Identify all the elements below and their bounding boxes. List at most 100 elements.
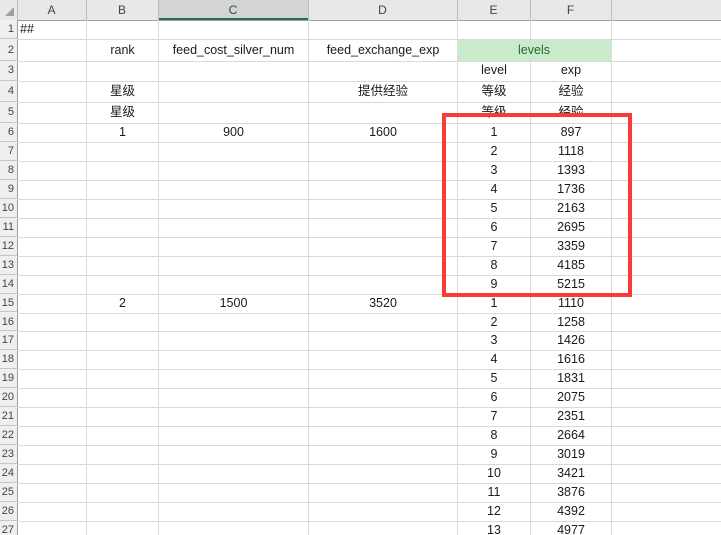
column-header-E[interactable]: E bbox=[457, 0, 530, 20]
cell-E14[interactable]: 9 bbox=[458, 275, 530, 294]
cell-E19[interactable]: 5 bbox=[458, 369, 530, 388]
row-header-13[interactable]: 13 bbox=[0, 256, 17, 275]
row-header-4[interactable]: 4 bbox=[0, 81, 17, 102]
cell-F13[interactable]: 4185 bbox=[531, 256, 611, 275]
cell-C6[interactable]: 900 bbox=[159, 123, 308, 142]
cell-F10[interactable]: 2163 bbox=[531, 199, 611, 218]
row-header-9[interactable]: 9 bbox=[0, 180, 17, 199]
row-header-3[interactable]: 3 bbox=[0, 61, 17, 81]
cell-C15[interactable]: 1500 bbox=[159, 294, 308, 313]
cell-E23[interactable]: 9 bbox=[458, 445, 530, 464]
cell-E10[interactable]: 5 bbox=[458, 199, 530, 218]
cell-B6[interactable]: 1 bbox=[87, 123, 158, 142]
cell-B15[interactable]: 2 bbox=[87, 294, 158, 313]
cell-F7[interactable]: 1118 bbox=[531, 142, 611, 161]
merged-cell-levels[interactable]: levels bbox=[458, 40, 611, 61]
row-header-2[interactable]: 2 bbox=[0, 39, 17, 61]
cell-E12[interactable]: 7 bbox=[458, 237, 530, 256]
cell-E27[interactable]: 13 bbox=[458, 521, 530, 535]
cell-E25[interactable]: 11 bbox=[458, 483, 530, 502]
cell-D15[interactable]: 3520 bbox=[309, 294, 457, 313]
cell-B2[interactable]: rank bbox=[87, 39, 158, 61]
cell-E16[interactable]: 2 bbox=[458, 313, 530, 332]
column-header-A[interactable]: A bbox=[17, 0, 86, 20]
row-header-17[interactable]: 17 bbox=[0, 331, 17, 350]
cell-E11[interactable]: 6 bbox=[458, 218, 530, 237]
row-header-7[interactable]: 7 bbox=[0, 142, 17, 161]
cell-F4[interactable]: 经验 bbox=[531, 81, 611, 102]
gridline-horizontal bbox=[17, 445, 721, 446]
cell-F23[interactable]: 3019 bbox=[531, 445, 611, 464]
column-header-B[interactable]: B bbox=[86, 0, 158, 20]
cell-E4[interactable]: 等级 bbox=[458, 81, 530, 102]
row-header-22[interactable]: 22 bbox=[0, 426, 17, 445]
cell-F6[interactable]: 897 bbox=[531, 123, 611, 142]
row-header-10[interactable]: 10 bbox=[0, 199, 17, 218]
select-all-corner[interactable] bbox=[0, 0, 17, 20]
row-header-14[interactable]: 14 bbox=[0, 275, 17, 294]
cell-F19[interactable]: 1831 bbox=[531, 369, 611, 388]
cell-D4[interactable]: 提供经验 bbox=[309, 81, 457, 102]
cell-E18[interactable]: 4 bbox=[458, 350, 530, 369]
cell-E6[interactable]: 1 bbox=[458, 123, 530, 142]
cell-F8[interactable]: 1393 bbox=[531, 161, 611, 180]
row-header-19[interactable]: 19 bbox=[0, 369, 17, 388]
row-header-24[interactable]: 24 bbox=[0, 464, 17, 483]
cell-F25[interactable]: 3876 bbox=[531, 483, 611, 502]
cell-E24[interactable]: 10 bbox=[458, 464, 530, 483]
row-header-5[interactable]: 5 bbox=[0, 102, 17, 124]
cell-F24[interactable]: 3421 bbox=[531, 464, 611, 483]
row-header-21[interactable]: 21 bbox=[0, 407, 17, 426]
row-header-27[interactable]: 27 bbox=[0, 521, 17, 535]
cell-F26[interactable]: 4392 bbox=[531, 502, 611, 521]
row-header-12[interactable]: 12 bbox=[0, 237, 17, 256]
cell-E9[interactable]: 4 bbox=[458, 180, 530, 199]
cell-F20[interactable]: 2075 bbox=[531, 388, 611, 407]
cell-F9[interactable]: 1736 bbox=[531, 180, 611, 199]
cell-D2[interactable]: feed_exchange_exp bbox=[309, 39, 457, 61]
cell-D6[interactable]: 1600 bbox=[309, 123, 457, 142]
cell-E5[interactable]: 等级 bbox=[458, 102, 530, 124]
gridline-horizontal bbox=[17, 369, 721, 370]
cell-B4[interactable]: 星级 bbox=[87, 81, 158, 102]
cell-F11[interactable]: 2695 bbox=[531, 218, 611, 237]
cell-C2[interactable]: feed_cost_silver_num bbox=[159, 39, 308, 61]
cell-F15[interactable]: 1110 bbox=[531, 294, 611, 313]
row-header-15[interactable]: 15 bbox=[0, 294, 17, 313]
cell-A1[interactable]: ## bbox=[18, 20, 88, 39]
row-header-8[interactable]: 8 bbox=[0, 161, 17, 180]
cell-F5[interactable]: 经验 bbox=[531, 102, 611, 124]
cell-E15[interactable]: 1 bbox=[458, 294, 530, 313]
row-header-18[interactable]: 18 bbox=[0, 350, 17, 369]
cell-F16[interactable]: 1258 bbox=[531, 313, 611, 332]
cell-E7[interactable]: 2 bbox=[458, 142, 530, 161]
cell-E26[interactable]: 12 bbox=[458, 502, 530, 521]
column-header-C[interactable]: C bbox=[158, 0, 308, 20]
row-header-23[interactable]: 23 bbox=[0, 445, 17, 464]
cell-F12[interactable]: 3359 bbox=[531, 237, 611, 256]
cell-E13[interactable]: 8 bbox=[458, 256, 530, 275]
cell-F3[interactable]: exp bbox=[531, 61, 611, 81]
row-header-25[interactable]: 25 bbox=[0, 483, 17, 502]
cell-F22[interactable]: 2664 bbox=[531, 426, 611, 445]
cell-E22[interactable]: 8 bbox=[458, 426, 530, 445]
cell-E17[interactable]: 3 bbox=[458, 331, 530, 350]
row-header-16[interactable]: 16 bbox=[0, 313, 17, 332]
cell-E8[interactable]: 3 bbox=[458, 161, 530, 180]
cell-F17[interactable]: 1426 bbox=[531, 331, 611, 350]
row-header-6[interactable]: 6 bbox=[0, 123, 17, 142]
row-header-26[interactable]: 26 bbox=[0, 502, 17, 521]
cell-F27[interactable]: 4977 bbox=[531, 521, 611, 535]
cell-F18[interactable]: 1616 bbox=[531, 350, 611, 369]
column-header-D[interactable]: D bbox=[308, 0, 457, 20]
row-header-20[interactable]: 20 bbox=[0, 388, 17, 407]
cell-E20[interactable]: 6 bbox=[458, 388, 530, 407]
column-header-F[interactable]: F bbox=[530, 0, 611, 20]
cell-E3[interactable]: level bbox=[458, 61, 530, 81]
cell-E21[interactable]: 7 bbox=[458, 407, 530, 426]
cell-F14[interactable]: 5215 bbox=[531, 275, 611, 294]
cell-B5[interactable]: 星级 bbox=[87, 102, 158, 124]
row-header-1[interactable]: 1 bbox=[0, 20, 17, 39]
row-header-11[interactable]: 11 bbox=[0, 218, 17, 237]
cell-F21[interactable]: 2351 bbox=[531, 407, 611, 426]
